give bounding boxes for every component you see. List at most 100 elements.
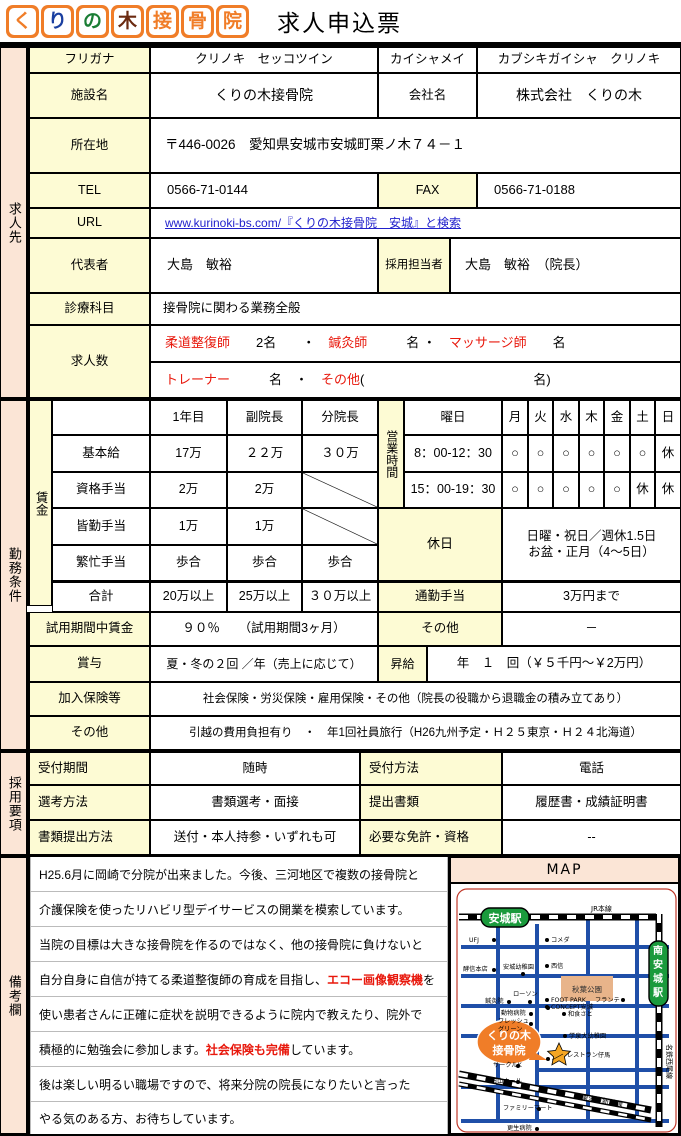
shift-1-mark-1: ○ (528, 472, 553, 508)
logo-tile: 木 (111, 4, 144, 38)
wage-row-label-2: 皆勤手当 (52, 508, 150, 545)
trial-other-value: － (502, 612, 681, 646)
wage-cell-0-2: ３０万 (302, 435, 378, 472)
representative-label: 代表者 (27, 238, 150, 293)
documents-value: 履歴書・成績証明書 (502, 785, 681, 820)
url-value-cell[interactable]: www.kurinoki-bs.com/『くりの木接骨院 安城』と検索 (150, 208, 681, 238)
text-run: 名 ・ (230, 371, 322, 387)
hr-contact-value: 大島 敏裕 （院長） (450, 238, 681, 293)
text-run: しています。 (289, 1042, 361, 1057)
text-run: マッサージ師 (448, 335, 527, 351)
wage-col-header-2: 分院長 (302, 398, 378, 435)
map-image: JR本線 名鉄西尾線 東海道新幹線 安城駅 南 安 城 駅 秋葉公園 くりの木 … (450, 883, 681, 1136)
company-furigana-value: カブシキガイシャ クリノキ (477, 45, 681, 73)
day-header-4: 金 (604, 398, 630, 435)
wage-cell-2-1: 1万 (227, 508, 302, 545)
application-period-value: 随時 (150, 750, 360, 785)
trial-other-label: その他 (378, 612, 502, 646)
shift-time-0: 8：00-12：30 (404, 435, 502, 472)
map-station-anjo: 安城駅 (480, 907, 530, 928)
screening-value: 書類選考・面接 (150, 785, 360, 820)
text-run: ( 名) (360, 371, 551, 387)
raise-label: 昇給 (378, 646, 427, 682)
submit-method-label: 書類提出方法 (27, 820, 150, 855)
text-run: 積極的に勉強会に参加します。 (39, 1042, 206, 1057)
website-link[interactable]: www.kurinoki-bs.com/『くりの木接骨院 安城』と検索 (165, 216, 461, 231)
text-run: 2名 ・ (230, 335, 329, 351)
wage-cell-3-2: 歩合 (302, 545, 378, 581)
remark-line-2: 当院の目標は大きな接骨院を作るのではなく、他の接骨院に負けないと (30, 927, 448, 962)
text-run: 社会保険も完備 (205, 1042, 290, 1057)
wage-cell-4-0: 20万以上 (150, 581, 227, 612)
svg-text:サークルK: サークルK (493, 1062, 523, 1069)
svg-text:駅: 駅 (652, 987, 664, 999)
application-method-label: 受付方法 (360, 750, 502, 785)
raise-value: 年 １ 回（￥５千円～￥2万円） (427, 646, 681, 682)
wage-row-label-4: 合計 (52, 581, 150, 612)
logo-tile: 接 (146, 4, 179, 38)
tel-label: TEL (27, 173, 150, 208)
openings-label: 求人数 (27, 325, 150, 398)
insurance-label: 加入保険等 (27, 682, 150, 716)
wage-corner-cell (52, 398, 150, 435)
fax-value: 0566-71-0188 (477, 173, 681, 208)
wage-cell-0-1: ２２万 (227, 435, 302, 472)
facility-label: 施設名 (27, 73, 150, 118)
shift-1-mark-4: ○ (604, 472, 630, 508)
text-run: やる気のある方、お待ちしています。 (39, 1111, 242, 1126)
facility-value: くりの木接骨院 (150, 73, 378, 118)
shift-0-mark-2: ○ (553, 435, 579, 472)
logo-char: く (9, 7, 36, 35)
svg-text:コメダ: コメダ (551, 936, 570, 944)
commute-allowance-value: 3万円まで (502, 581, 681, 612)
shift-0-mark-5: ○ (630, 435, 655, 472)
misc-label: その他 (27, 716, 150, 750)
logo-char: 木 (114, 7, 141, 35)
svg-text:フレッシュ: フレッシュ (498, 1018, 529, 1025)
svg-text:更生病院: 更生病院 (507, 1124, 532, 1132)
remark-line-6: 後は楽しい明るい職場ですので、将来分院の院長になりたいと言った (30, 1067, 448, 1102)
commute-allowance-label: 通勤手当 (378, 581, 502, 612)
address-label: 所在地 (27, 118, 150, 173)
svg-text:安城駅: 安城駅 (489, 911, 522, 925)
shift-1-mark-6: 休 (655, 472, 681, 508)
page-header: く り の 木 接 骨 院 求人申込票 (0, 0, 681, 45)
department-value: 接骨院に関わる業務全般 (150, 293, 681, 325)
logo-tile: 骨 (181, 4, 214, 38)
svg-text:ファミリーマート: ファミリーマート (503, 1105, 553, 1112)
bonus-label: 賞与 (27, 646, 150, 682)
svg-text:和食さと: 和食さと (568, 1010, 593, 1018)
text-run: 自分自身に自信が持てる柔道整復師の育成を目指し、 (39, 972, 328, 987)
svg-text:接骨院: 接骨院 (493, 1043, 526, 1057)
wage-row-label-0: 基本給 (52, 435, 150, 472)
company-label: 会社名 (378, 73, 477, 118)
svg-text:UFJ: UFJ (469, 937, 479, 944)
remark-line-4: 使い患者さんに正確に症状を説明できるように院内で教えたり、院外で (30, 997, 448, 1032)
wage-cell-3-0: 歩合 (150, 545, 227, 581)
svg-text:グリーン: グリーン (498, 1025, 522, 1033)
wage-cell-1-1: 2万 (227, 472, 302, 508)
text-run: その他 (321, 371, 361, 387)
text-run: 名 ・ (367, 335, 449, 351)
job-application-form: く り の 木 接 骨 院 求人申込票 求人先 勤務条件 採用要項 備考欄 フリ… (0, 0, 681, 1136)
logo-tile: く (6, 4, 39, 38)
map-rail-label-jr: JR本線 (590, 904, 612, 913)
wage-cell-1-0: 2万 (150, 472, 227, 508)
representative-value: 大島 敏裕 (150, 238, 378, 293)
fax-label: FAX (378, 173, 477, 208)
svg-text:FOOT PARK: FOOT PARK (551, 997, 587, 1004)
documents-label: 提出書類 (360, 785, 502, 820)
weekday-header: 曜日 (404, 398, 502, 435)
wage-col-header-1: 副院長 (227, 398, 302, 435)
wage-cell-0-0: 17万 (150, 435, 227, 472)
trial-wage-label: 試用期間中賃金 (27, 612, 150, 646)
wage-cell-2-0: 1万 (150, 508, 227, 545)
license-label: 必要な免許・資格 (360, 820, 502, 855)
shift-1-mark-2: ○ (553, 472, 579, 508)
company-furigana-label: カイシャメイ (378, 45, 477, 73)
svg-text:西信: 西信 (551, 962, 563, 970)
shift-0-mark-0: ○ (502, 435, 528, 472)
text-run: 名 (526, 335, 566, 351)
text-run: を (423, 972, 436, 987)
svg-text:鍼灸院: 鍼灸院 (485, 997, 504, 1005)
